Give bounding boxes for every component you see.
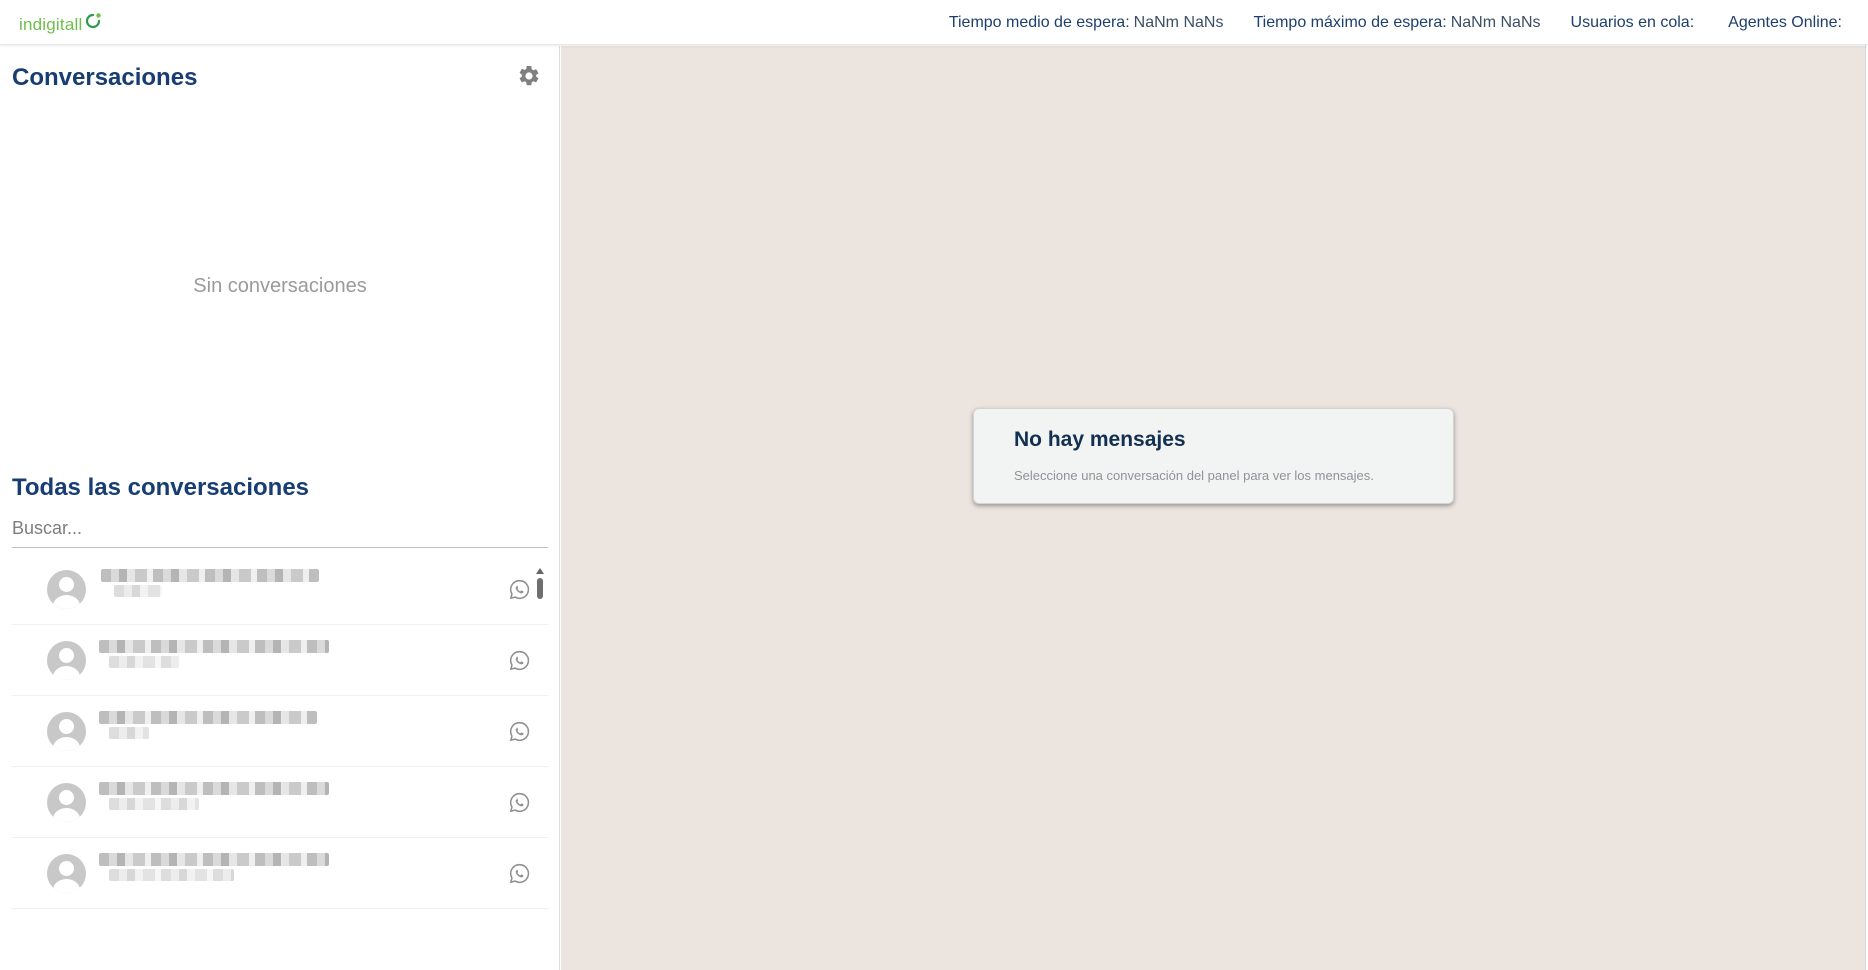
search-input[interactable]: [12, 510, 548, 548]
top-bar: indigitall Tiempo medio de espera: NaNm N…: [0, 0, 1868, 45]
users-queue-label: Usuarios en cola:: [1570, 13, 1695, 31]
avg-wait-value: NaNm NaNs: [1133, 13, 1224, 31]
logo-mark-icon: [86, 13, 102, 29]
list-item[interactable]: [12, 838, 548, 909]
redacted-name: [99, 853, 329, 866]
chat-panel: No hay mensajes Seleccione una conversac…: [561, 46, 1865, 970]
empty-conversations-text: Sin conversaciones: [193, 275, 367, 297]
max-wait-label: Tiempo máximo de espera:: [1253, 13, 1447, 31]
agents-online-label: Agentes Online:: [1728, 13, 1842, 31]
avatar: [47, 783, 86, 822]
avatar: [47, 641, 86, 680]
list-item[interactable]: [12, 696, 548, 767]
conversations-title: Conversaciones: [12, 64, 198, 91]
whatsapp-icon[interactable]: [508, 720, 531, 743]
list-item[interactable]: [12, 767, 548, 838]
whatsapp-icon[interactable]: [508, 791, 531, 814]
avg-wait-label: Tiempo medio de espera:: [948, 13, 1130, 31]
avg-wait-stat: Tiempo medio de espera: NaNm NaNs: [949, 14, 1224, 32]
avatar: [47, 712, 86, 751]
redacted-name: [101, 569, 319, 582]
redacted-detail: [109, 869, 234, 881]
scrollbar-thumb[interactable]: [537, 578, 543, 599]
list-item[interactable]: [12, 625, 548, 696]
redacted-detail: [109, 656, 179, 668]
logo: indigitall: [19, 10, 102, 40]
no-messages-text: Seleccione una conversación del panel pa…: [1014, 468, 1374, 483]
redacted-name: [99, 711, 317, 724]
redacted-detail: [114, 585, 162, 597]
gear-icon[interactable]: [517, 64, 541, 88]
redacted-name: [99, 640, 329, 653]
redacted-name: [99, 782, 329, 795]
no-messages-title: No hay mensajes: [1014, 428, 1186, 451]
all-conversations-title: Todas las conversaciones: [12, 474, 310, 501]
redacted-detail: [109, 798, 199, 810]
conversation-list: [12, 560, 548, 915]
whatsapp-icon[interactable]: [508, 649, 531, 672]
max-wait-value: NaNm NaNs: [1450, 13, 1541, 31]
no-messages-card: No hay mensajes Seleccione una conversac…: [973, 408, 1454, 504]
whatsapp-icon[interactable]: [508, 578, 531, 601]
queue-stats: Tiempo medio de espera: NaNm NaNs Tiempo …: [919, 0, 1846, 45]
avatar: [47, 570, 86, 609]
agents-online-stat: Agentes Online:: [1728, 14, 1846, 32]
whatsapp-icon[interactable]: [508, 862, 531, 885]
max-wait-stat: Tiempo máximo de espera: NaNm NaNs: [1253, 14, 1540, 32]
avatar: [47, 854, 86, 893]
redacted-detail: [109, 727, 149, 739]
scroll-up-arrow-icon[interactable]: [536, 568, 544, 574]
users-queue-stat: Usuarios en cola:: [1571, 14, 1699, 32]
list-item[interactable]: [12, 560, 548, 625]
logo-text: indigitall: [19, 15, 83, 34]
